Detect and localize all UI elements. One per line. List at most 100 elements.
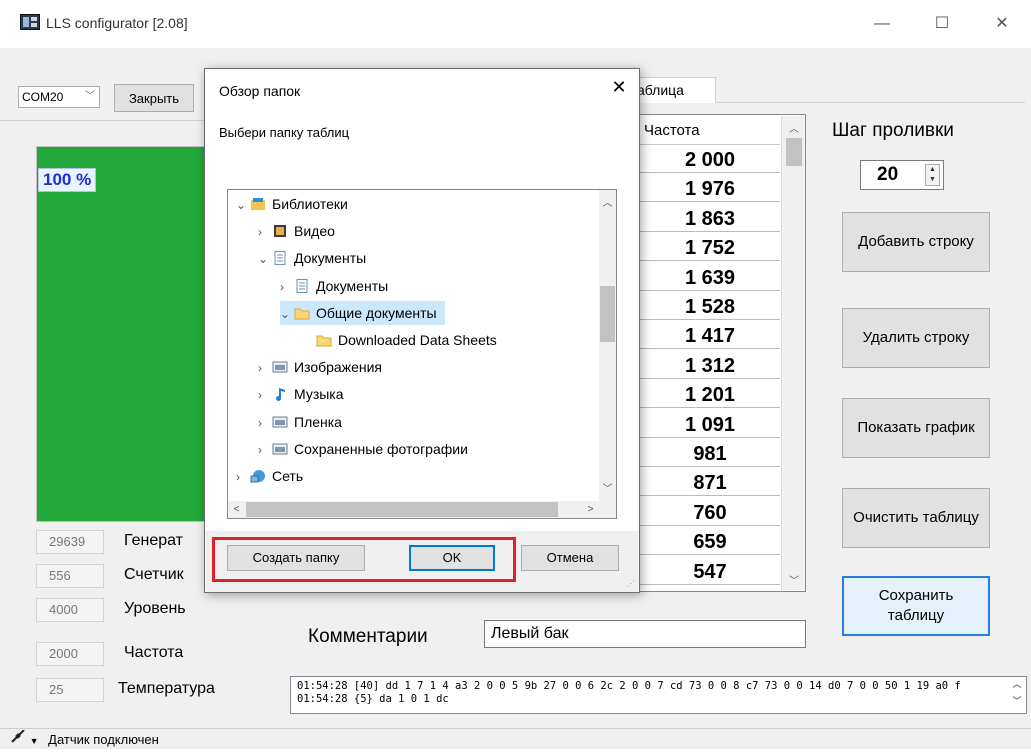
readout-label: Температура [118, 680, 215, 697]
scroll-down-icon[interactable]: ﹀ [782, 572, 806, 587]
scroll-left-icon[interactable]: < [228, 501, 245, 518]
chevron-right-icon[interactable]: › [236, 465, 250, 489]
chevron-down-icon: ﹀ [85, 91, 95, 102]
readout-value: 2000 [36, 642, 104, 666]
dialog-description: Выбери папку таблиц [219, 125, 350, 140]
window-title: LLS configurator [2.08] [46, 15, 188, 31]
tree-item[interactable]: › Сеть [236, 464, 303, 488]
maximize-button[interactable]: ☐ [920, 10, 964, 38]
table-cell[interactable]: 1 201 [640, 383, 780, 409]
show-chart-button[interactable]: Показать график [842, 398, 990, 458]
save-table-button[interactable]: Сохранить таблицу [842, 576, 990, 636]
documents-icon [296, 278, 308, 293]
table-cell[interactable]: 1 091 [640, 413, 780, 438]
pictures-icon [272, 416, 288, 428]
close-port-button[interactable]: Закрыть [114, 84, 194, 112]
readout-value: 29639 [36, 530, 104, 554]
tree-item-label: Музыка [294, 386, 344, 403]
tree-item[interactable]: Downloaded Data Sheets [302, 328, 497, 352]
folder-tree[interactable]: ⌄ Библиотеки › Видео ⌄ Документы › Документы ⌄ Об… [227, 189, 617, 519]
readout-label: Уровень [124, 600, 186, 617]
table-cell[interactable]: 1 639 [640, 266, 780, 291]
table-cell[interactable]: 659 [640, 530, 780, 556]
tree-item[interactable]: › Музыка [258, 382, 344, 406]
documents-icon [274, 251, 286, 266]
title-bar: LLS configurator [2.08] — ☐ ✕ [0, 0, 1031, 48]
log-output[interactable]: 01:54:28 [40] dd 1 7 1 4 a3 2 0 0 5 9b 2… [290, 676, 1027, 714]
delete-row-button[interactable]: Удалить строку [842, 308, 990, 368]
table-cell[interactable]: 981 [640, 442, 780, 467]
tree-item-label: Общие документы [316, 304, 437, 321]
log-scroll-arrows-icon[interactable]: ︿ ﹀ [1008, 677, 1026, 713]
table-cell[interactable]: 1 528 [640, 295, 780, 320]
resize-grip-icon[interactable]: ⋰ [627, 579, 635, 588]
tree-horizontal-scrollbar[interactable]: < > [228, 501, 601, 518]
tree-item[interactable]: ⌄ Библиотеки [236, 192, 348, 216]
column-header-frequency[interactable]: Частота [640, 117, 780, 145]
minimize-button[interactable]: — [860, 10, 904, 38]
add-row-button[interactable]: Добавить строку [842, 212, 990, 272]
chevron-right-icon[interactable]: › [258, 383, 272, 407]
clear-table-button[interactable]: Очистить таблицу [842, 488, 990, 548]
tree-item-label: Документы [294, 250, 367, 267]
close-window-button[interactable]: ✕ [980, 10, 1024, 38]
folder-icon [294, 308, 310, 320]
chevron-right-icon[interactable]: › [258, 356, 272, 380]
tree-item-label: Сохраненные фотографии [294, 440, 468, 457]
table-cell[interactable]: 547 [640, 560, 780, 585]
table-cell[interactable]: 1 863 [640, 207, 780, 232]
connection-icon[interactable] [10, 729, 26, 750]
status-dropdown-icon[interactable]: ▼ [30, 736, 39, 746]
tree-item[interactable]: ⌄ Документы [258, 246, 366, 270]
stepper-arrows-icon[interactable]: ▲ ▼ [925, 164, 940, 186]
table-scrollbar[interactable]: ︿ ﹀ [781, 116, 805, 590]
tree-vertical-scrollbar[interactable]: ︿ ﹀ [599, 190, 616, 501]
tree-item[interactable]: › Изображения [258, 355, 382, 379]
table-cell[interactable]: 1 976 [640, 177, 780, 203]
table-cell[interactable]: 871 [640, 471, 780, 497]
chevron-right-icon[interactable]: › [258, 411, 272, 435]
status-bar: ▼ Датчик подключен [0, 728, 1031, 749]
scroll-up-icon[interactable]: ︿ [599, 194, 616, 209]
chevron-down-icon[interactable]: ⌄ [236, 193, 250, 217]
readout-label: Генерат [124, 532, 183, 549]
table-cell[interactable]: 1 312 [640, 354, 780, 379]
table-cell[interactable]: 1 417 [640, 324, 780, 350]
tree-item[interactable]: › Видео [258, 219, 335, 243]
level-percent-label: 100 % [38, 168, 97, 192]
library-icon [251, 198, 265, 210]
video-icon [274, 225, 286, 238]
tree-item[interactable]: › Пленка [258, 410, 342, 434]
chevron-right-icon[interactable]: › [258, 220, 272, 244]
tree-item[interactable]: › Сохраненные фотографии [258, 437, 468, 461]
table-cell[interactable]: 760 [640, 501, 780, 526]
table-cell[interactable]: 2 000 [640, 148, 780, 173]
readout-value: 4000 [36, 598, 104, 622]
dialog-close-button[interactable]: ✕ [607, 75, 631, 99]
table-scroll-thumb[interactable] [786, 138, 802, 166]
status-text: Датчик подключен [48, 732, 159, 747]
chevron-right-icon[interactable]: › [258, 438, 272, 462]
step-stepper[interactable]: 20 ▲ ▼ [860, 160, 944, 190]
chevron-right-icon[interactable]: › [280, 275, 294, 299]
chevron-down-icon[interactable]: ⌄ [280, 302, 294, 326]
app-icon [20, 14, 40, 30]
tree-item[interactable]: › Документы [280, 274, 388, 298]
network-icon [250, 470, 265, 483]
readout-label: Счетчик [124, 566, 184, 583]
comment-input[interactable]: Левый бак [484, 620, 806, 648]
readout-value: 25 [36, 678, 104, 702]
table-cell[interactable]: 1 752 [640, 236, 780, 262]
scroll-down-icon[interactable]: ﹀ [599, 480, 616, 495]
scroll-right-icon[interactable]: > [582, 501, 599, 518]
scroll-corner [599, 501, 616, 518]
tree-hscroll-thumb[interactable] [246, 502, 558, 517]
tree-item-label: Видео [294, 223, 335, 240]
scroll-up-icon[interactable]: ︿ [782, 120, 806, 135]
port-select[interactable]: COM20 ﹀ [18, 86, 100, 108]
chevron-down-icon[interactable]: ⌄ [258, 247, 272, 271]
cancel-button[interactable]: Отмена [521, 545, 619, 571]
tree-scroll-thumb[interactable] [600, 286, 615, 342]
tree-item[interactable]: ⌄ Общие документы [280, 300, 445, 326]
music-icon [276, 388, 285, 402]
